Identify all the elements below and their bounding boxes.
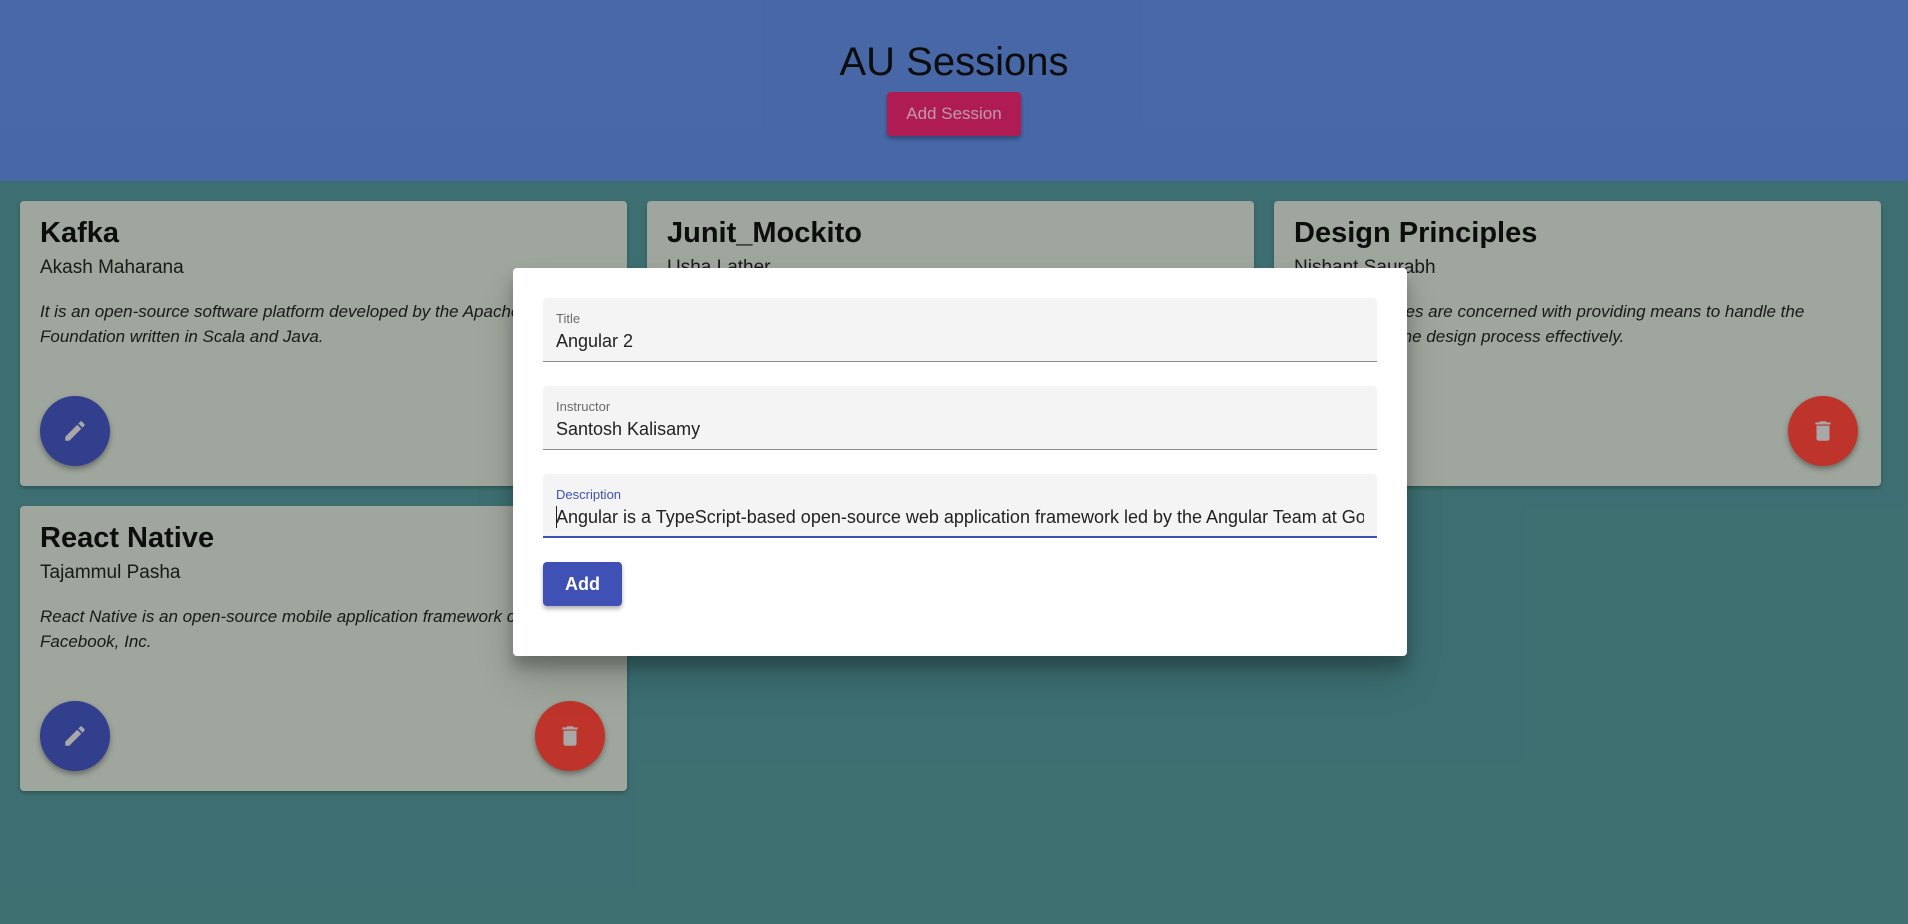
add-button[interactable]: Add	[543, 562, 622, 606]
title-field[interactable]: Title	[543, 298, 1377, 362]
description-field[interactable]: Description	[543, 474, 1377, 538]
description-field-label: Description	[556, 487, 622, 502]
text-caret	[556, 506, 557, 528]
title-field-label: Title	[556, 311, 581, 326]
add-session-dialog: Title Instructor Description Add	[513, 268, 1407, 656]
instructor-field[interactable]: Instructor	[543, 386, 1377, 450]
instructor-field-label: Instructor	[556, 399, 611, 414]
title-input[interactable]	[556, 329, 1364, 353]
description-input[interactable]	[556, 505, 1364, 529]
instructor-input[interactable]	[556, 417, 1364, 441]
